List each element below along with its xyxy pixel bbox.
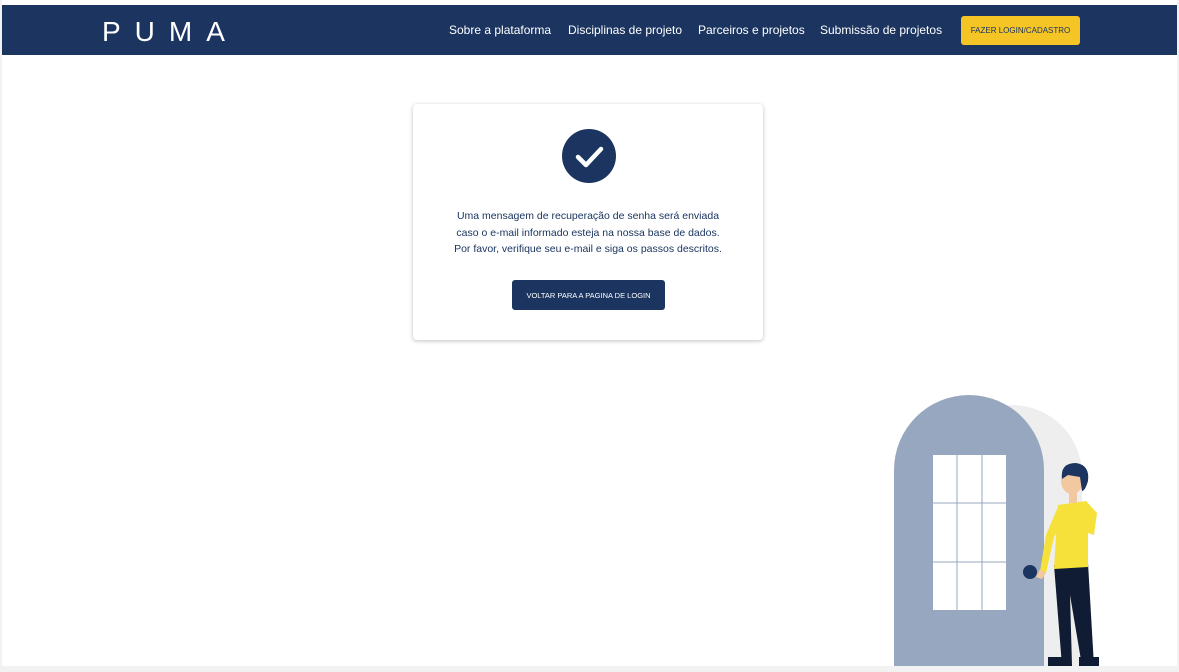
- door-person-illustration: [894, 395, 1099, 666]
- page: PUMA Sobre a plataforma Disciplinas de p…: [2, 0, 1177, 666]
- password-recovery-card: Uma mensagem de recuperação de senha ser…: [413, 104, 763, 340]
- message-line: caso o e-mail informado esteja na nossa …: [456, 226, 720, 239]
- nav-submissao-projetos[interactable]: Submissão de projetos: [820, 23, 942, 37]
- login-signup-button[interactable]: FAZER LOGIN/CADASTRO: [961, 16, 1080, 45]
- logo[interactable]: PUMA: [102, 16, 239, 48]
- message-line: Uma mensagem de recuperação de senha ser…: [456, 210, 720, 222]
- top-navbar: PUMA Sobre a plataforma Disciplinas de p…: [2, 5, 1177, 55]
- check-circle-icon: [562, 129, 616, 183]
- back-to-login-button[interactable]: VOLTAR PARA A PAGINA DE LOGIN: [512, 280, 665, 310]
- nav-disciplinas-projeto[interactable]: Disciplinas de projeto: [568, 23, 682, 37]
- nav-sobre-plataforma[interactable]: Sobre a plataforma: [449, 23, 551, 37]
- message-line: Por favor, verifique seu e-mail e siga o…: [454, 243, 722, 255]
- nav-parceiros-projetos[interactable]: Parceiros e projetos: [698, 23, 805, 37]
- recovery-message: Uma mensagem de recuperação de senha ser…: [413, 208, 763, 258]
